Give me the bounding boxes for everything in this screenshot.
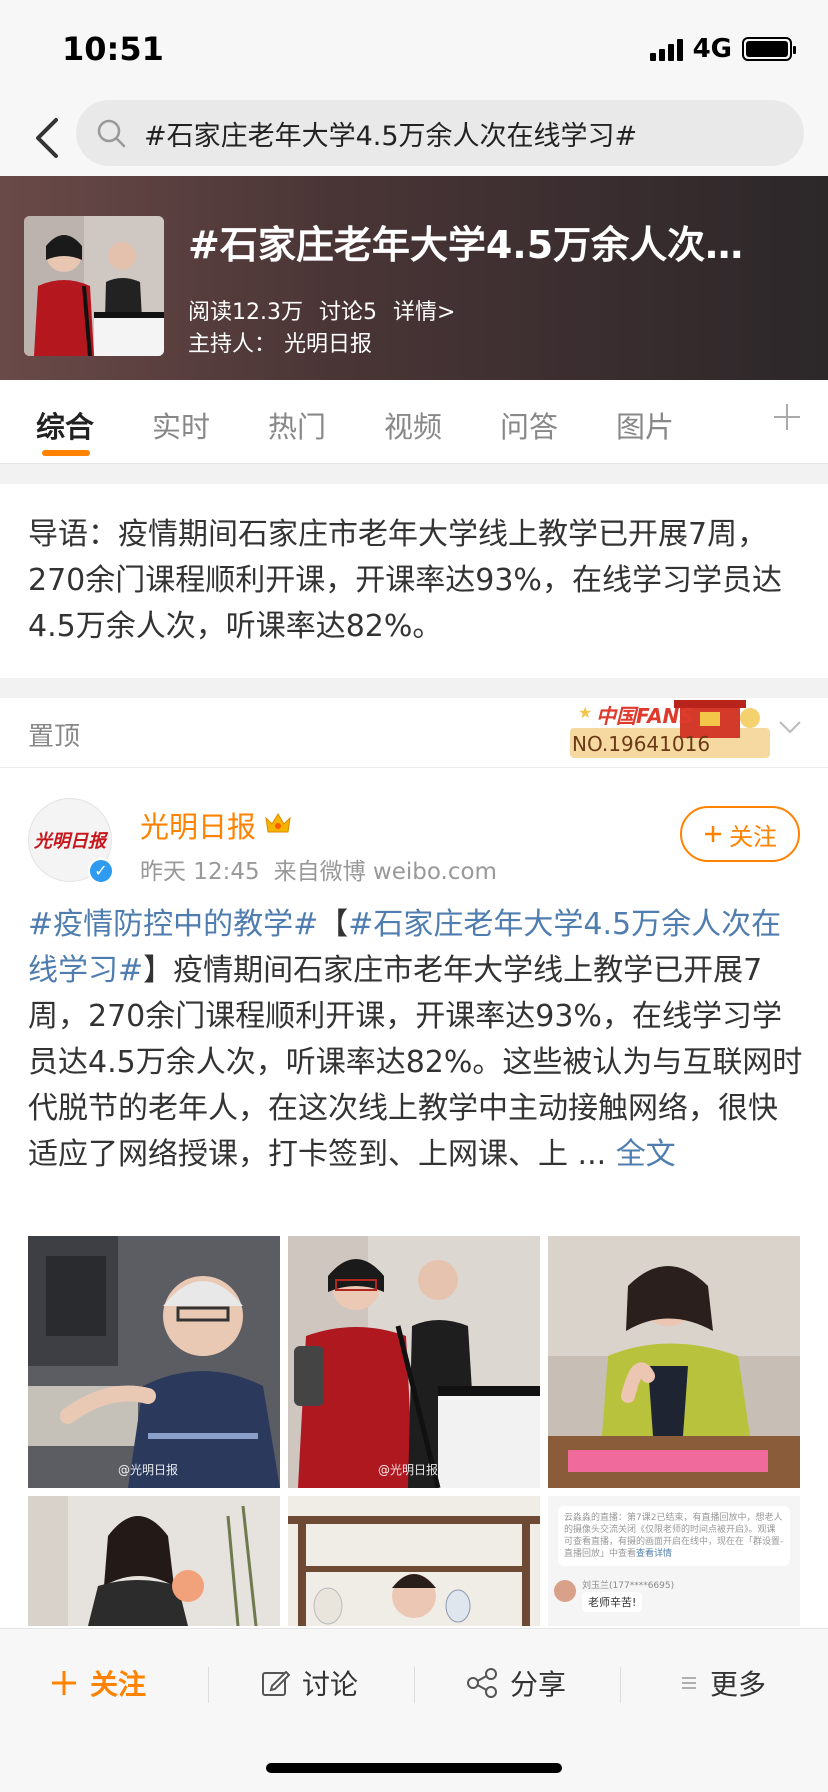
commenter-avatar — [554, 1580, 576, 1602]
post-meta: 昨天 12:45 来自微博 weibo.com — [140, 852, 497, 886]
menu-icon — [682, 1677, 696, 1689]
bottom-discuss-button[interactable]: 讨论 — [260, 1663, 358, 1703]
bracket-open: 【 — [318, 907, 349, 942]
pinned-row: 置顶 ★ 中国FANS NO.19641016 — [0, 698, 828, 768]
chat-notice-text: 云淼淼的直播：第7课2已结束，有直播回放中，想老人的摄像头交流关闭《仅限老师的时… — [564, 1513, 784, 1559]
post-body-text: 】疫情期间石家庄市老年大学线上教学已开展7周，270余门课程顺利开课，开课率达9… — [28, 953, 803, 1172]
tab-hot[interactable]: 热门 — [268, 404, 326, 446]
chat-comment: 老师辛苦! — [582, 1592, 643, 1612]
author-name: 光明日报 — [140, 810, 257, 844]
host-label: 主持人： — [188, 332, 277, 357]
details-link[interactable]: 详情> — [393, 294, 455, 326]
topic-intro: 导语：疫情期间石家庄市老年大学线上教学已开展7周，270余门课程顺利开课，开课率… — [0, 484, 828, 678]
search-input[interactable]: #石家庄老年大学4.5万余人次在线学习# — [76, 100, 804, 166]
back-icon[interactable] — [22, 110, 78, 166]
home-indicator[interactable] — [266, 1763, 562, 1773]
discussion-count: 讨论5 — [319, 300, 377, 325]
follow-button[interactable]: 关注 — [680, 806, 800, 862]
plus-icon — [705, 826, 721, 842]
commenter-name: 刘玉兰(177****6695) — [582, 1581, 675, 1591]
post-image[interactable] — [288, 1496, 540, 1626]
post-source: 来自微博 weibo.com — [273, 859, 497, 885]
post-image[interactable]: @光明日报 — [288, 1236, 540, 1488]
follow-button-label: 关注 — [729, 822, 777, 851]
chat-notice: 云淼淼的直播：第7课2已结束，有直播回放中，想老人的摄像头交流关闭《仅限老师的时… — [558, 1506, 790, 1566]
hashtag-link[interactable]: #疫情防控中的教学# — [28, 907, 318, 942]
topic-header: #石家庄老年大学4.5万余人次… 阅读12.3万 讨论5 详情> 主持人： 光明… — [0, 176, 828, 380]
verified-icon: ✓ — [88, 858, 114, 884]
topic-stats: 阅读12.3万 讨论5 详情> — [188, 294, 455, 326]
fans-badge[interactable]: ★ 中国FANS NO.19641016 — [570, 698, 770, 762]
active-tab-indicator — [42, 450, 90, 456]
bottom-discuss-label: 讨论 — [302, 1668, 359, 1701]
search-row: #石家庄老年大学4.5万余人次在线学习# — [0, 100, 828, 176]
bottom-follow-button[interactable]: 关注 — [50, 1663, 146, 1703]
bottom-more-label: 更多 — [710, 1668, 767, 1701]
fans-badge-title: 中国FANS — [596, 704, 694, 728]
post-time: 昨天 12:45 — [140, 859, 260, 885]
post-image[interactable] — [548, 1236, 800, 1488]
post-card: 光明日报 ✓ 光明日报 昨天 12:45 来自微博 weibo.com 关注 #… — [0, 768, 828, 1628]
battery-icon — [742, 37, 796, 61]
chat-notice-link: 查看详情 — [636, 1549, 673, 1559]
chevron-down-icon[interactable] — [776, 712, 804, 744]
tab-qa[interactable]: 问答 — [500, 404, 558, 446]
read-count: 阅读12.3万 — [188, 300, 303, 325]
topic-host: 主持人： 光明日报 — [188, 326, 372, 358]
crown-icon — [264, 810, 292, 840]
fans-badge-number: NO.19641016 — [572, 732, 711, 756]
topic-title: #石家庄老年大学4.5万余人次… — [188, 223, 744, 267]
full-text-link[interactable]: 全文 — [616, 1137, 676, 1172]
signal-icon — [649, 37, 683, 61]
pinned-label: 置顶 — [28, 722, 81, 752]
tab-video[interactable]: 视频 — [384, 404, 442, 446]
intro-text: 导语：疫情期间石家庄市老年大学线上教学已开展7周，270余门课程顺利开课，开课率… — [28, 517, 782, 644]
post-author[interactable]: 光明日报 — [140, 804, 292, 846]
bottom-share-label: 分享 — [510, 1668, 567, 1701]
tab-bar: 综合 实时 热门 视频 问答 图片 — [0, 380, 828, 464]
add-tab-icon[interactable] — [772, 400, 802, 441]
tab-realtime[interactable]: 实时 — [152, 404, 210, 446]
search-query: #石家庄老年大学4.5万余人次在线学习# — [144, 120, 638, 152]
post-image[interactable]: @光明日报 — [28, 1236, 280, 1488]
avatar-logo-text: 光明日报 — [34, 831, 106, 852]
status-bar: 10:51 4G — [0, 0, 828, 100]
tab-images[interactable]: 图片 — [616, 404, 674, 446]
bottom-share-button[interactable]: 分享 — [466, 1663, 566, 1703]
edit-icon — [262, 1670, 290, 1696]
image-watermark: @光明日报 — [118, 1463, 179, 1477]
status-time: 10:51 — [62, 30, 164, 68]
share-icon — [467, 1668, 497, 1698]
status-indicators: 4G — [649, 34, 796, 64]
post-image[interactable] — [28, 1496, 280, 1626]
bottom-action-bar: 关注 讨论 分享 更多 — [0, 1628, 828, 1792]
topic-thumbnail — [24, 216, 164, 356]
bottom-more-button[interactable]: 更多 — [680, 1663, 766, 1703]
image-watermark: @光明日报 — [378, 1463, 439, 1477]
plus-icon — [52, 1671, 76, 1695]
post-text: #疫情防控中的教学#【#石家庄老年大学4.5万余人次在线学习#】疫情期间石家庄市… — [28, 902, 804, 1178]
search-icon — [97, 119, 126, 148]
post-image[interactable]: 云淼淼的直播：第7课2已结束，有直播回放中，想老人的摄像头交流关闭《仅限老师的时… — [548, 1496, 800, 1626]
network-type: 4G — [692, 34, 732, 64]
tab-comprehensive[interactable]: 综合 — [36, 404, 94, 446]
svg-text:★: ★ — [578, 703, 592, 722]
bottom-follow-label: 关注 — [90, 1668, 147, 1701]
host-name[interactable]: 光明日报 — [284, 326, 372, 358]
